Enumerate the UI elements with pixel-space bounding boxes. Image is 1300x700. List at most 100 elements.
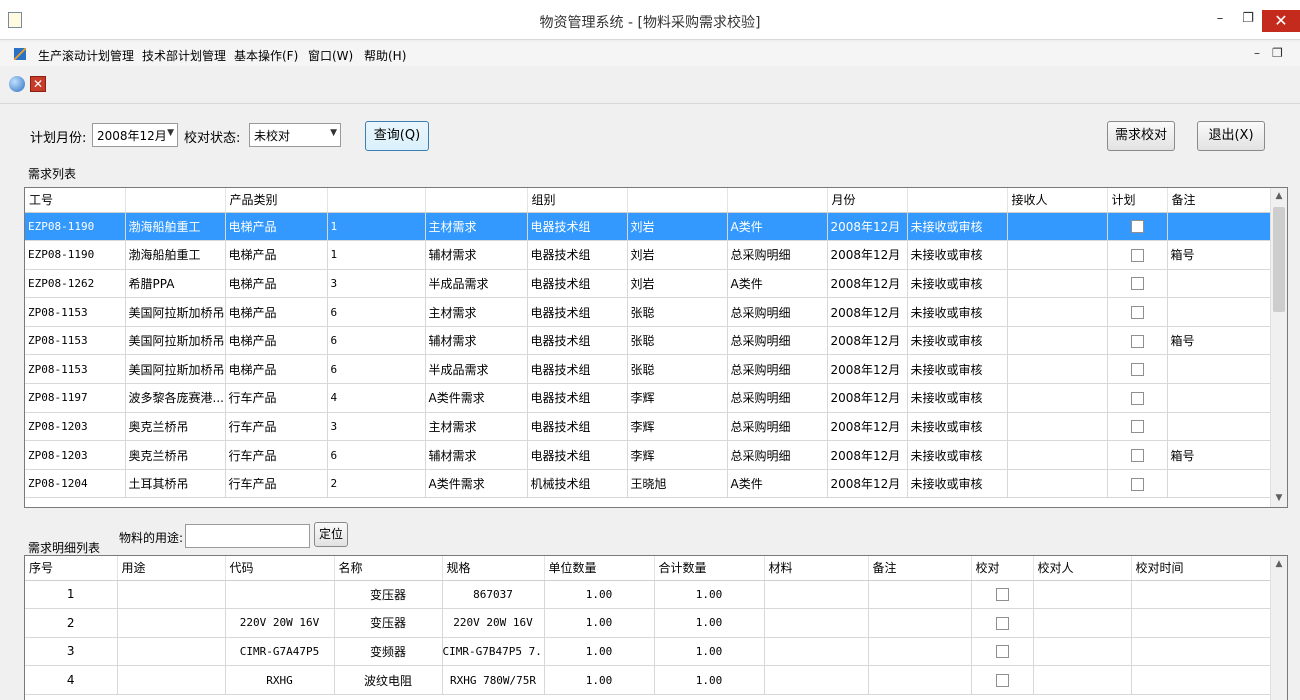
col-header[interactable]: 名称 [334,556,443,581]
demand-cell[interactable]: 李辉 [627,383,728,413]
demand-cell[interactable]: 机械技术组 [527,469,628,499]
plan-checkbox[interactable] [1130,391,1144,405]
demand-row[interactable]: ZP08-1204 土耳其桥吊 行车产品 2 A类件需求 机械技术组 王晓旭 A类件 2008年… [25,469,1273,499]
col-header[interactable]: 接收人 [1007,188,1108,213]
demand-cell[interactable]: 渤海船舶重工 [125,212,226,242]
detail-cell[interactable] [764,608,869,638]
demand-cell[interactable] [1007,412,1108,442]
detail-cell[interactable]: 变压器 [334,580,443,610]
menu-window[interactable]: 窗口(W) [308,47,353,64]
demand-cell[interactable]: 电器技术组 [527,440,628,470]
plan-checkbox[interactable] [1130,306,1144,320]
exit-button[interactable]: 退出(X) [1197,121,1265,151]
menu-help[interactable]: 帮助(H) [364,47,406,64]
detail-cell[interactable] [868,665,972,695]
plan-checkbox[interactable] [1130,477,1144,491]
detail-cell[interactable]: 3 [25,637,118,667]
demand-cell[interactable]: 波多黎各庞赛港... [125,383,226,413]
demand-cell[interactable]: 未接收或审核 [907,269,1008,299]
demand-cell[interactable]: 土耳其桥吊 [125,469,226,499]
scroll-down-icon[interactable]: ▼ [1271,490,1287,507]
check-checkbox-cell[interactable] [971,637,1034,667]
check-checkbox[interactable] [995,588,1009,602]
demand-cell[interactable]: 奥克兰桥吊 [125,412,226,442]
demand-cell[interactable]: 未接收或审核 [907,440,1008,470]
demand-cell[interactable]: 1 [327,212,426,242]
demand-cell[interactable]: 2008年12月 [827,383,908,413]
demand-cell[interactable]: A类件 [727,269,828,299]
demand-cell[interactable]: 6 [327,440,426,470]
demand-cell[interactable]: 3 [327,269,426,299]
check-checkbox-cell[interactable] [971,665,1034,695]
col-header[interactable]: 合计数量 [654,556,765,581]
demand-cell[interactable]: 箱号 [1167,240,1273,270]
scroll-thumb[interactable] [1273,207,1285,312]
detail-cell[interactable] [117,580,226,610]
demand-cell[interactable]: 4 [327,383,426,413]
demand-cell[interactable]: 总采购明细 [727,240,828,270]
demand-cell[interactable] [1007,269,1108,299]
check-checkbox-cell[interactable] [971,608,1034,638]
col-header[interactable]: 备注 [1167,188,1273,213]
demand-cell[interactable]: 电器技术组 [527,269,628,299]
demand-cell[interactable] [1167,297,1273,327]
demand-cell[interactable]: 奥克兰桥吊 [125,440,226,470]
demand-cell[interactable]: 辅材需求 [425,440,528,470]
demand-cell[interactable]: 渤海船舶重工 [125,240,226,270]
detail-cell[interactable] [117,637,226,667]
demand-cell[interactable] [1167,354,1273,385]
plan-checkbox-cell[interactable] [1107,240,1168,270]
plan-checkbox[interactable] [1130,220,1144,234]
demand-cell[interactable]: 电器技术组 [527,240,628,270]
plan-checkbox[interactable] [1130,420,1144,434]
locate-button[interactable]: 定位 [314,522,348,547]
demand-cell[interactable]: 张聪 [627,354,728,385]
demand-cell[interactable]: 电梯产品 [225,354,328,385]
detail-cell[interactable]: RXHG 780W/75R [442,665,545,695]
demand-cell[interactable]: 电梯产品 [225,212,328,242]
detail-cell[interactable] [868,637,972,667]
demand-cell[interactable]: 未接收或审核 [907,354,1008,385]
demand-cell[interactable]: 2008年12月 [827,269,908,299]
demand-cell[interactable]: 电器技术组 [527,383,628,413]
demand-cell[interactable]: 行车产品 [225,412,328,442]
detail-cell[interactable]: 1.00 [544,637,655,667]
demand-cell[interactable]: 电器技术组 [527,212,628,242]
plan-checkbox-cell[interactable] [1107,383,1168,413]
demand-cell[interactable]: A类件需求 [425,383,528,413]
detail-cell[interactable]: 1.00 [654,608,765,638]
demand-cell[interactable]: 行车产品 [225,383,328,413]
demand-cell[interactable] [1167,412,1273,442]
plan-checkbox-cell[interactable] [1107,440,1168,470]
demand-cell[interactable]: 2008年12月 [827,240,908,270]
col-header[interactable]: 序号 [25,556,118,581]
mdi-minimize-button[interactable]: – [1254,46,1260,60]
demand-cell[interactable]: ZP08-1203 [25,440,126,470]
exit-icon[interactable]: ✕ [30,76,46,92]
plan-checkbox[interactable] [1130,248,1144,262]
detail-cell[interactable]: RXHG [225,665,335,695]
detail-row[interactable]: 3 CIMR-G7A47P5 变频器 CIMR-G7B47P5 7... 1.00 1.0… [25,637,1273,667]
detail-row[interactable]: 2 220V 20W 16V 变压器 220V 20W 16V 1.00 1.00 [25,608,1273,638]
detail-cell[interactable] [1131,580,1273,610]
demand-cell[interactable]: EZP08-1190 [25,240,126,270]
demand-cell[interactable]: 刘岩 [627,240,728,270]
col-header[interactable]: 组别 [527,188,628,213]
demand-cell[interactable]: 2008年12月 [827,354,908,385]
detail-cell[interactable] [1131,665,1273,695]
detail-cell[interactable]: 1.00 [654,665,765,695]
refresh-icon[interactable] [9,76,25,92]
demand-cell[interactable]: ZP08-1153 [25,297,126,327]
plan-checkbox[interactable] [1130,449,1144,463]
demand-row[interactable]: EZP08-1190 渤海船舶重工 电梯产品 1 主材需求 电器技术组 刘岩 A类件 2008年… [25,212,1273,242]
demand-cell[interactable]: 2008年12月 [827,412,908,442]
demand-cell[interactable]: 6 [327,297,426,327]
detail-cell[interactable]: 变频器 [334,637,443,667]
demand-cell[interactable]: 刘岩 [627,269,728,299]
check-button[interactable]: 需求校对 [1107,121,1175,151]
demand-cell[interactable]: 2008年12月 [827,469,908,499]
col-header[interactable]: 材料 [764,556,869,581]
demand-cell[interactable]: 总采购明细 [727,383,828,413]
detail-cell[interactable]: 1.00 [544,580,655,610]
demand-cell[interactable]: 电器技术组 [527,297,628,327]
